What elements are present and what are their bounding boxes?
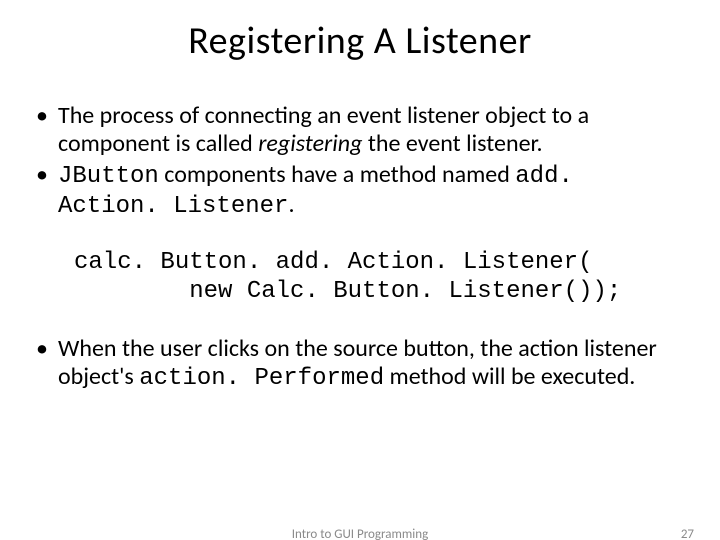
bullet-1-italic: registering — [258, 129, 362, 158]
page-number: 27 — [681, 527, 694, 540]
bullet-3-post: method will be executed. — [384, 362, 635, 391]
bullet-1-text-post: the event listener. — [362, 129, 542, 158]
bullet-3: When the user clicks on the source butto… — [34, 335, 686, 394]
bullet-2-end: . — [288, 190, 294, 219]
slide-body: The process of connecting an event liste… — [34, 102, 686, 393]
code-line-2: new Calc. Button. Listener()); — [74, 278, 621, 305]
bullet-list-2: When the user clicks on the source butto… — [34, 335, 686, 394]
bullet-2-mid: components have a method named — [159, 160, 515, 189]
footer-text: Intro to GUI Programming — [0, 527, 720, 540]
bullet-1: The process of connecting an event liste… — [34, 102, 686, 159]
code-block: calc. Button. add. Action. Listener( new… — [74, 249, 686, 307]
slide: Registering A Listener The process of co… — [0, 18, 720, 540]
bullet-2-code-1: JButton — [58, 163, 159, 190]
code-line-1: calc. Button. add. Action. Listener( — [74, 249, 592, 276]
bullet-3-code: action. Performed — [139, 365, 384, 392]
slide-title: Registering A Listener — [0, 18, 720, 64]
bullet-list-1: The process of connecting an event liste… — [34, 102, 686, 221]
bullet-2: JButton components have a method named a… — [34, 161, 686, 222]
